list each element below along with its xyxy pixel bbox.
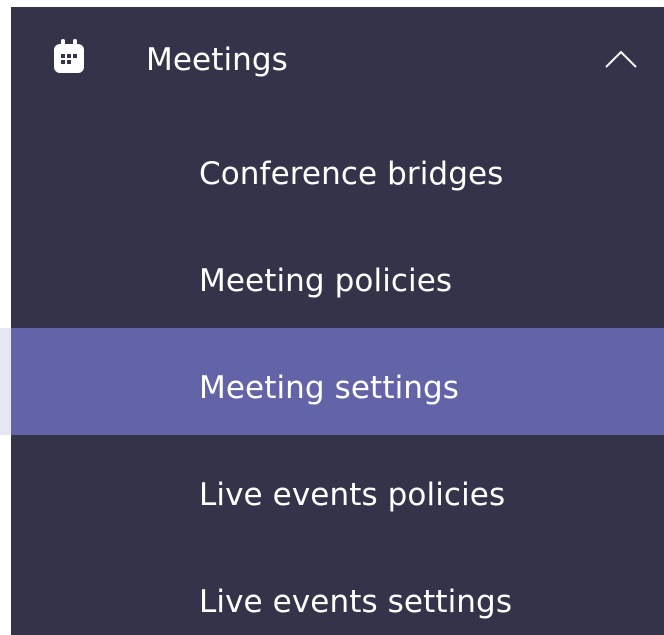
meetings-nav-panel: Meetings Conference bridges Meeting poli… xyxy=(0,7,664,635)
selected-indicator xyxy=(0,328,11,435)
nav-item-label: Conference bridges xyxy=(199,156,504,192)
nav-item-live-events-settings[interactable]: Live events settings xyxy=(11,542,664,635)
nav-item-label: Meeting settings xyxy=(199,370,460,406)
nav-item-live-events-policies[interactable]: Live events policies xyxy=(11,435,664,542)
chevron-up-icon[interactable] xyxy=(604,49,638,69)
nav-item-meeting-settings[interactable]: Meeting settings xyxy=(0,328,664,435)
nav-item-label: Live events policies xyxy=(199,477,506,513)
nav-item-label: Meeting policies xyxy=(199,263,453,299)
meetings-submenu: Conference bridges Meeting policies Meet… xyxy=(0,114,664,635)
calendar-icon xyxy=(54,39,84,73)
nav-item-label: Live events settings xyxy=(199,584,513,620)
nav-item-meeting-policies[interactable]: Meeting policies xyxy=(11,221,664,328)
meetings-section-title: Meetings xyxy=(146,42,288,78)
meetings-section-header[interactable]: Meetings xyxy=(11,7,664,114)
page: Meetings Conference bridges Meeting poli… xyxy=(0,0,664,635)
nav-item-conference-bridges[interactable]: Conference bridges xyxy=(11,114,664,221)
